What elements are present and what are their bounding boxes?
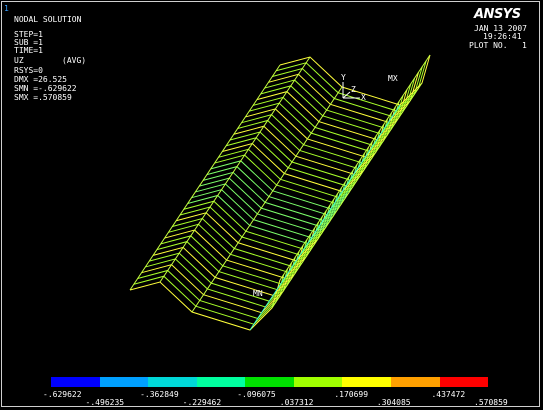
legend-swatch <box>51 377 100 387</box>
legend-swatch <box>293 377 343 387</box>
fe-model-plot: Y Z X MX MN <box>129 54 431 331</box>
mesh-line <box>129 279 281 331</box>
min-marker: MN <box>253 289 263 298</box>
legend-value-upper: .037312 <box>279 398 314 407</box>
legend-swatch <box>342 377 391 387</box>
legend-value-lower: .437472 <box>431 390 466 399</box>
legend-value-upper: .570859 <box>474 398 508 407</box>
legend-swatch <box>439 377 489 387</box>
max-marker: MX <box>388 74 398 83</box>
legend-value-upper: -.229462 <box>182 398 222 407</box>
mesh-edge <box>249 104 401 331</box>
legend-value-lower: -.629622 <box>43 390 82 399</box>
legend-value-upper: -.496235 <box>85 398 125 407</box>
legend-value-lower: -.096075 <box>237 390 276 399</box>
legend-swatch <box>99 377 149 387</box>
legend-value-upper: .304085 <box>376 398 411 407</box>
triad-z-label: Z <box>351 85 356 94</box>
legend-value-lower: .170699 <box>334 390 369 399</box>
legend-swatch <box>245 377 294 387</box>
legend-swatch <box>196 377 246 387</box>
triad-x-label: X <box>361 93 366 102</box>
legend-value-lower: -.362849 <box>140 390 179 399</box>
contour-legend-bar <box>51 377 489 387</box>
mesh-contour-lines <box>129 54 431 331</box>
triad-y-label: Y <box>341 73 346 82</box>
legend-swatch <box>390 377 440 387</box>
legend-swatch <box>148 377 197 387</box>
